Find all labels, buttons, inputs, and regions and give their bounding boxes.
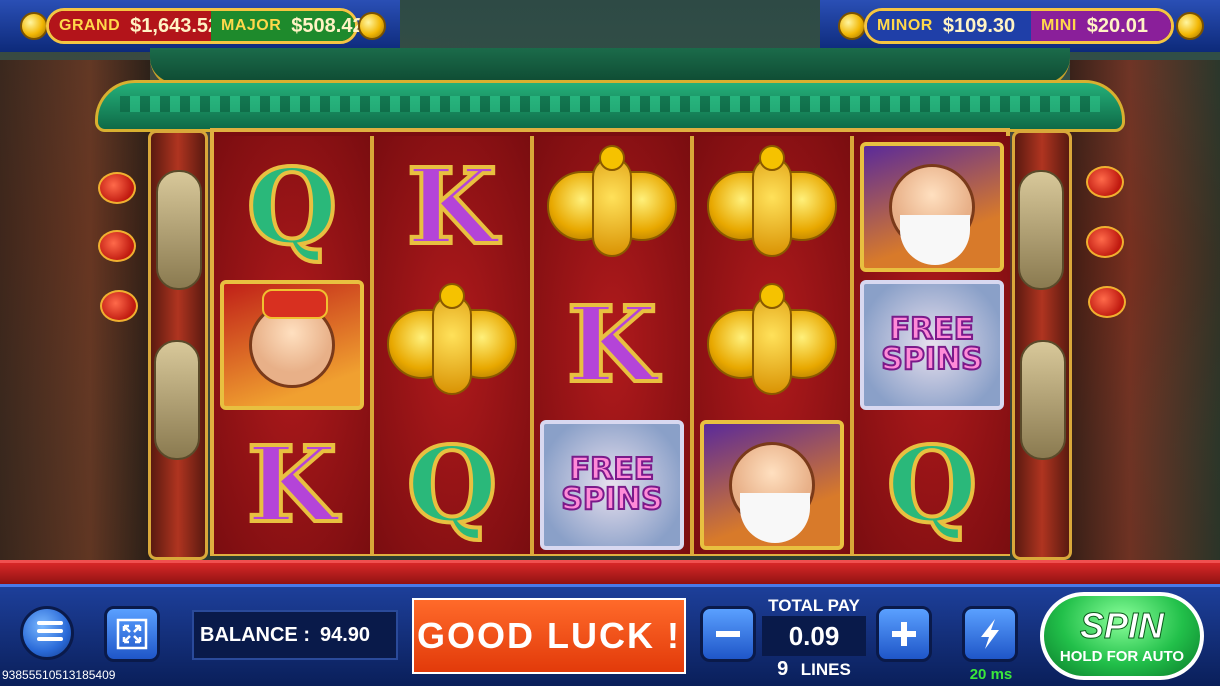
lantern-icon	[1086, 226, 1124, 258]
symbol-free-spins: FREE SPINS	[858, 278, 1006, 412]
jackpot-mini-value: $20.01	[1086, 14, 1148, 37]
symbol-golden-bat	[378, 278, 526, 412]
decrease-bet-button[interactable]	[700, 606, 756, 662]
hamburger-icon	[23, 606, 71, 660]
carp-statue-icon	[1020, 340, 1066, 460]
balance-value: 94.90	[320, 623, 371, 646]
jackpot-major-label: MAJOR	[221, 17, 282, 34]
jackpot-minor-label: MINOR	[877, 17, 933, 34]
symbol-k: K	[565, 283, 659, 406]
symbol-golden-bat	[698, 278, 846, 412]
fullscreen-button[interactable]	[104, 606, 160, 662]
increase-bet-button[interactable]	[876, 606, 932, 662]
balance-label: BALANCE :	[200, 623, 310, 646]
golden-bat-icon	[547, 145, 677, 263]
lantern-icon	[98, 230, 136, 262]
spin-label: SPIN	[1079, 604, 1165, 646]
reel-4	[694, 136, 850, 554]
lantern-icon	[1088, 286, 1126, 318]
balance-display: BALANCE : 94.90	[192, 610, 398, 660]
wealth-god-icon	[249, 289, 335, 388]
jackpot-mini-label: MINI	[1041, 17, 1077, 34]
symbol-old-sage	[698, 418, 846, 552]
symbol-free-spins: FREE SPINS	[538, 418, 686, 552]
jackpot-grand-label: GRAND	[59, 17, 121, 34]
message-text: GOOD LUCK !	[417, 615, 681, 656]
menu-button[interactable]	[20, 606, 74, 660]
jackpot-major-value: $508.42	[291, 14, 364, 37]
reel-grid: Q K K Q K FREE SPINS FREE SPINS Q	[210, 128, 1010, 556]
control-bar: BALANCE : 94.90 GOOD LUCK ! TOTAL PAY 0.…	[0, 560, 1220, 686]
lines-value: 9	[777, 658, 789, 680]
jackpot-minor-value: $109.30	[942, 14, 1016, 37]
jackpot-bar: GRAND $1,643.52 MAJOR $508.42 MINOR $109…	[0, 0, 1220, 52]
jackpot-minor-mini: MINOR $109.30 MINI $20.01	[864, 8, 1174, 44]
coin-icon	[1176, 12, 1204, 40]
reel-3: K FREE SPINS	[534, 136, 690, 554]
jackpot-major: MAJOR $508.42	[211, 11, 364, 41]
symbol-q: Q	[405, 423, 500, 546]
old-sage-icon	[889, 164, 975, 265]
jackpot-grand-value: $1,643.52	[130, 14, 220, 37]
spin-button[interactable]: SPIN HOLD FOR AUTO	[1040, 592, 1204, 680]
free-spins-line2: SPINS	[560, 482, 663, 517]
turbo-button[interactable]	[962, 606, 1018, 662]
lantern-icon	[98, 172, 136, 204]
spin-sub-label: HOLD FOR AUTO	[1059, 647, 1185, 665]
carp-statue-icon	[1018, 170, 1064, 290]
temple-building-right	[1070, 60, 1220, 580]
symbol-golden-bat	[698, 140, 846, 274]
carp-statue-icon	[154, 340, 200, 460]
reel-5: FREE SPINS Q	[854, 136, 1010, 554]
free-spins-line1: FREE	[889, 312, 976, 347]
game-id-text: 9385551051318540​9	[2, 668, 116, 682]
free-spins-line1: FREE	[569, 452, 656, 487]
symbol-q: Q	[245, 145, 340, 268]
lightning-icon	[981, 619, 999, 649]
roof-tiles	[120, 96, 1100, 112]
fullscreen-icon	[116, 618, 148, 650]
minus-icon	[716, 631, 740, 637]
free-spins-line2: SPINS	[880, 342, 983, 377]
symbol-wealth-god	[218, 278, 366, 412]
symbol-k: K	[245, 423, 339, 546]
reel-2: K Q	[374, 136, 530, 554]
symbol-q: Q	[885, 423, 980, 546]
golden-bat-icon	[707, 145, 837, 263]
jackpot-mini: MINI $20.01	[1031, 11, 1171, 41]
plus-icon	[892, 622, 916, 646]
lines-label: LINES	[800, 660, 851, 679]
jackpot-minor: MINOR $109.30	[867, 11, 1031, 41]
reel-1: Q K	[214, 136, 370, 554]
total-pay-label: TOTAL PAY	[768, 596, 860, 615]
symbol-old-sage	[858, 140, 1006, 274]
message-banner: GOOD LUCK !	[412, 598, 686, 674]
symbol-k: K	[405, 145, 499, 268]
coin-icon	[838, 12, 866, 40]
lantern-icon	[1086, 166, 1124, 198]
jackpot-grand-major: GRAND $1,643.52 MAJOR $508.42	[46, 8, 364, 44]
jackpot-grand: GRAND $1,643.52	[49, 11, 219, 41]
lantern-icon	[100, 290, 138, 322]
latency-text: 20 ms	[969, 666, 1013, 683]
coin-icon	[358, 12, 386, 40]
golden-bat-icon	[387, 283, 517, 401]
golden-bat-icon	[707, 283, 837, 401]
carp-statue-icon	[156, 170, 202, 290]
old-sage-icon	[729, 442, 815, 543]
total-pay-value: 0.09	[788, 620, 840, 651]
lines-display: 9 LINES	[762, 658, 866, 681]
symbol-golden-bat	[538, 140, 686, 274]
coin-icon	[20, 12, 48, 40]
total-pay-display: 0.09	[762, 616, 866, 656]
